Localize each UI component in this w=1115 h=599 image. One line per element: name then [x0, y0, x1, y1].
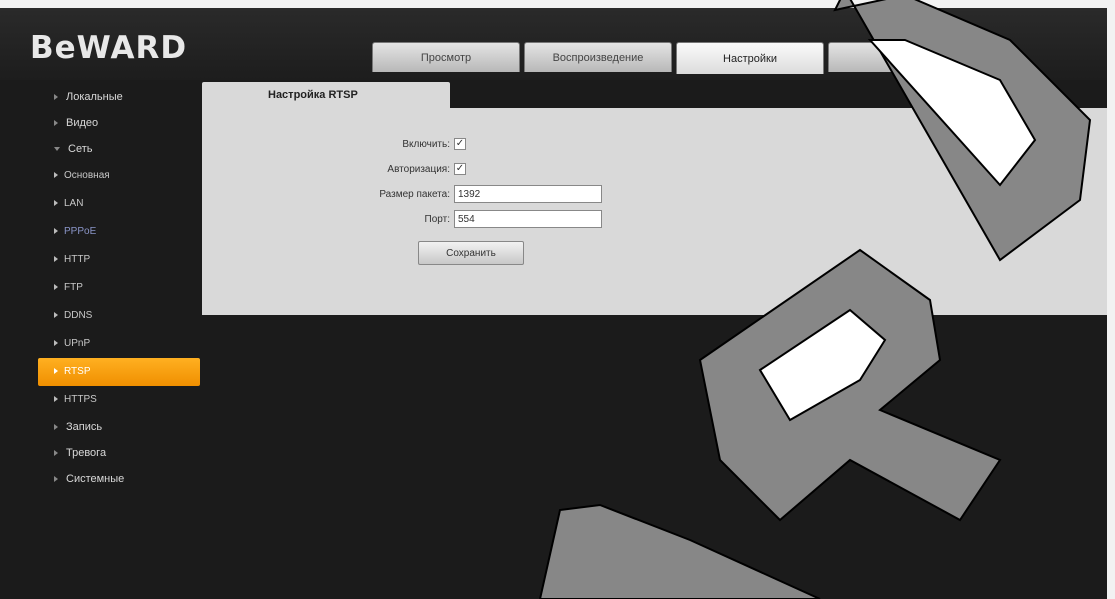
panel-tab-rtsp[interactable]: Настройка RTSP — [202, 82, 450, 108]
enable-label: Включить: — [402, 138, 450, 150]
tab-playback[interactable]: Воспроизведение — [524, 42, 672, 72]
chevron-right-icon — [54, 228, 58, 235]
panel-tab-bar — [450, 82, 1107, 108]
chevron-right-icon — [54, 368, 58, 375]
sidebar-item-https[interactable]: HTTPS — [38, 386, 200, 414]
auth-checkbox[interactable]: ✓ — [454, 163, 466, 175]
sidebar-item-label: DDNS — [64, 310, 93, 321]
sidebar-item-label: Запись — [66, 421, 103, 433]
sidebar-item-record[interactable]: Запись — [38, 414, 200, 440]
chevron-right-icon — [54, 172, 58, 179]
sidebar-item-network[interactable]: Сеть — [38, 136, 200, 162]
sidebar-item-label: HTTPS — [64, 394, 97, 405]
sidebar-item-http[interactable]: HTTP — [38, 246, 200, 274]
port-row: Порт: — [202, 209, 602, 229]
sidebar-item-ddns[interactable]: DDNS — [38, 302, 200, 330]
sidebar-item-label: LAN — [64, 198, 84, 209]
port-label: Порт: — [424, 213, 450, 225]
sidebar-item-label: RTSP — [64, 366, 91, 377]
chevron-right-icon — [54, 424, 58, 431]
auth-label: Авторизация: — [387, 163, 450, 175]
chevron-right-icon — [54, 476, 58, 483]
brand-logo: BeWARD — [30, 30, 188, 66]
sidebar-item-label: Видео — [66, 117, 99, 129]
save-button[interactable]: Сохранить — [418, 241, 524, 265]
sidebar-item-label: FTP — [64, 282, 83, 293]
sidebar-item-pppoe[interactable]: PPPoE — [38, 218, 200, 246]
watermark-letter-r-inner — [758, 308, 887, 422]
chevron-right-icon — [54, 200, 58, 207]
sidebar: Локальные Видео Сеть Основная LAN PPPoE … — [38, 84, 200, 485]
sidebar-item-label: Основная — [64, 170, 110, 181]
sidebar-item-label: Системные — [66, 473, 125, 485]
sidebar-item-label: Сеть — [68, 143, 93, 155]
tab-extra-1[interactable] — [828, 42, 926, 72]
chevron-right-icon — [54, 284, 58, 291]
enable-checkbox[interactable]: ✓ — [454, 138, 466, 150]
chevron-right-icon — [54, 450, 58, 457]
chevron-right-icon — [54, 312, 58, 319]
watermark-letter-a — [538, 503, 821, 599]
chevron-down-icon — [54, 147, 60, 152]
port-input[interactable] — [454, 210, 602, 228]
sidebar-item-label: PPPoE — [64, 226, 97, 237]
sidebar-item-label: UPnP — [64, 338, 91, 349]
sidebar-item-upnp[interactable]: UPnP — [38, 330, 200, 358]
chevron-right-icon — [54, 94, 58, 101]
tab-preview[interactable]: Просмотр — [372, 42, 520, 72]
enable-row: Включить: ✓ — [202, 134, 466, 154]
top-tabs: Просмотр Воспроизведение Настройки — [372, 42, 994, 74]
sidebar-item-rtsp[interactable]: RTSP — [38, 358, 200, 386]
sidebar-item-ftp[interactable]: FTP — [38, 274, 200, 302]
sidebar-item-video[interactable]: Видео — [38, 110, 200, 136]
frame-right — [1107, 0, 1115, 599]
chevron-right-icon — [54, 120, 58, 127]
auth-row: Авторизация: ✓ — [202, 159, 466, 179]
app-window: BeWARD Просмотр Воспроизведение Настройк… — [0, 0, 1115, 599]
sidebar-item-local[interactable]: Локальные — [38, 84, 200, 110]
sidebar-item-label: HTTP — [64, 254, 91, 265]
chevron-right-icon — [54, 256, 58, 263]
sidebar-item-system[interactable]: Системные — [38, 466, 200, 492]
tab-settings[interactable]: Настройки — [676, 42, 824, 74]
packet-size-label: Размер пакета: — [379, 188, 450, 200]
sidebar-item-label: Локальные — [66, 91, 123, 103]
chevron-right-icon — [54, 340, 58, 347]
chevron-right-icon — [54, 396, 58, 403]
packet-size-row: Размер пакета: — [202, 184, 602, 204]
tab-extra-2[interactable] — [930, 42, 990, 72]
sidebar-item-label: Тревога — [66, 447, 107, 459]
packet-size-input[interactable] — [454, 185, 602, 203]
sidebar-item-alarm[interactable]: Тревога — [38, 440, 200, 466]
frame-top — [0, 0, 1115, 8]
sidebar-item-basic[interactable]: Основная — [38, 162, 200, 190]
sidebar-item-lan[interactable]: LAN — [38, 190, 200, 218]
